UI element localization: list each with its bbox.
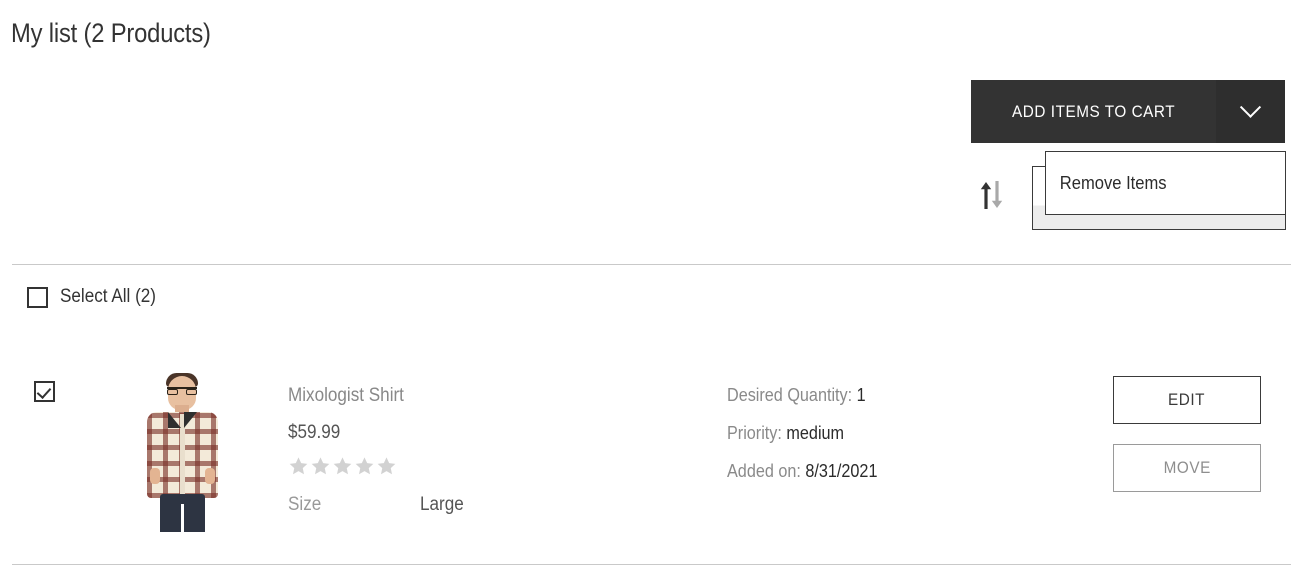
product-price: $59.99 (288, 422, 341, 443)
priority: Priority: medium (727, 422, 1024, 444)
star-icon (377, 457, 396, 475)
add-items-to-cart-label: ADD ITEMS TO CART (1011, 101, 1176, 121)
shirt-collar-left (168, 412, 181, 428)
product-rating[interactable] (288, 456, 668, 476)
added-on-label: Added on: (727, 461, 801, 481)
spec-label: Size (288, 494, 322, 515)
star-icon (333, 457, 352, 475)
star-icon (289, 457, 308, 475)
desired-quantity-label: Desired Quantity: (727, 385, 853, 405)
move-button-label: MOVE (1163, 458, 1211, 477)
add-items-to-cart-group: ADD ITEMS TO CART (971, 80, 1285, 143)
model-glasses (167, 387, 197, 395)
product-meta: Desired Quantity: 1 Priority: medium Add… (727, 384, 1057, 498)
page-title: My list (2 Products) (11, 18, 211, 48)
product-name[interactable]: Mixologist Shirt (288, 384, 630, 408)
desired-quantity: Desired Quantity: 1 (727, 384, 1024, 406)
select-all-checkbox[interactable] (27, 286, 48, 308)
cart-actions-dropdown-menu: Remove Items (1045, 151, 1286, 215)
select-all-row[interactable]: Select All (2) (27, 286, 167, 308)
priority-value: medium (786, 423, 845, 443)
spec-value: Large (420, 494, 464, 515)
priority-label: Priority: (727, 423, 782, 443)
product-actions: EDIT MOVE (1113, 376, 1261, 492)
divider-bottom (12, 564, 1291, 565)
star-icon (311, 457, 330, 475)
select-all-label: Select All (2) (60, 286, 156, 307)
shirt-collar-right (184, 412, 197, 428)
product-details: Mixologist Shirt $59.99 Size Large (288, 384, 668, 516)
menu-item-remove-items[interactable]: Remove Items (1046, 173, 1167, 194)
divider-top (12, 264, 1291, 265)
added-on-value: 8/31/2021 (805, 461, 878, 481)
product-image[interactable] (133, 372, 231, 532)
edit-button-label: EDIT (1168, 390, 1206, 409)
cart-dropdown-toggle-button[interactable] (1216, 80, 1285, 143)
edit-button[interactable]: EDIT (1113, 376, 1261, 424)
product-select-checkbox[interactable] (34, 381, 55, 402)
star-icon (355, 457, 374, 475)
added-on: Added on: 8/31/2021 (727, 460, 1024, 482)
sort-arrows-icon[interactable] (978, 180, 1006, 210)
desired-quantity-value: 1 (856, 385, 866, 405)
move-button[interactable]: MOVE (1113, 444, 1261, 492)
model-arm-right (205, 468, 215, 484)
add-items-to-cart-button[interactable]: ADD ITEMS TO CART (971, 80, 1216, 143)
chevron-down-icon (1239, 96, 1262, 118)
model-arm-left (150, 468, 160, 484)
product-spec-size: Size Large (288, 493, 668, 516)
model-jeans (160, 494, 205, 532)
table-row: Mixologist Shirt $59.99 Size Large Desir… (0, 364, 1303, 554)
